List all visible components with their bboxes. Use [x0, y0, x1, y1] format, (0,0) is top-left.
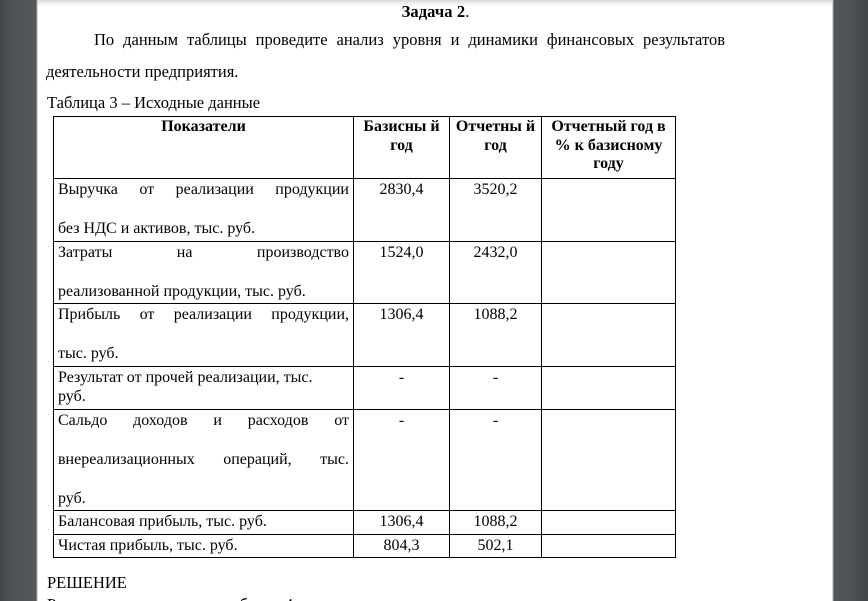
table-3: Показатели Базисны й год Отчетны й год О…: [53, 116, 676, 558]
table3-cell-indicator: Результат от прочей реализации, тыс. руб.: [53, 365, 354, 410]
table3-cell-indicator: Чистая прибыль, тыс. руб.: [53, 533, 354, 558]
page-title: Задача 2.: [46, 3, 825, 21]
row-text-line: Выручка от реализации продукции: [58, 181, 349, 198]
document-viewer: Задача 2. По данным таблицы проведите ан…: [0, 0, 868, 601]
table3-cell-base: 1524,0: [353, 240, 450, 304]
table3-header-row: Показатели Базисны й год Отчетны й год О…: [53, 116, 676, 179]
table3-header-base-year: Базисны й год: [353, 116, 450, 179]
table3-cell-base: 1306,4: [353, 510, 450, 535]
solution-note: Рассчитаем показатели в таблице 4: [46, 594, 825, 601]
table-row: Выручка от реализации продукции без НДС и…: [53, 178, 676, 242]
table3-cell-percent: [541, 365, 676, 410]
table3-cell-indicator: Балансовая прибыль, тыс. руб.: [53, 510, 354, 535]
table3-cell-percent: [541, 303, 676, 367]
table3-cell-report: 502,1: [449, 533, 542, 558]
table3-cell-base: -: [353, 365, 450, 410]
table3-cell-percent: [541, 408, 676, 511]
table3-cell-percent: [541, 510, 676, 535]
page-title-text: Задача 2: [401, 2, 466, 21]
table3-header-indicator: Показатели: [53, 116, 354, 179]
table3-cell-indicator: Сальдо доходов и расходов от внереализаци…: [53, 408, 354, 511]
document-page: Задача 2. По данным таблицы проведите ан…: [38, 0, 832, 601]
table-row: Прибыль от реализации продукции, тыс. руб…: [53, 303, 676, 367]
row-text-line: без НДС и активов, тыс. руб.: [58, 220, 256, 237]
problem-statement: По данным таблицы проведите анализ уровн…: [46, 30, 725, 81]
row-text-line: Сальдо доходов и расходов от: [58, 411, 349, 429]
table3-cell-base: 2830,4: [353, 178, 450, 242]
table-row: Результат от прочей реализации, тыс. руб.…: [53, 365, 676, 410]
row-text-line: Результат от прочей реализации, тыс.: [58, 368, 313, 386]
table3-cell-indicator: Прибыль от реализации продукции, тыс. руб…: [53, 303, 354, 367]
table3-cell-report: 1088,2: [449, 303, 542, 367]
table3-cell-report: -: [449, 408, 542, 511]
table-row: Сальдо доходов и расходов от внереализаци…: [53, 408, 676, 511]
table3-cell-base: -: [353, 408, 450, 511]
table3-cell-base: 804,3: [353, 533, 450, 558]
row-text-line: Прибыль от реализации продукции,: [58, 306, 349, 323]
table3-header-report-year: Отчетны й год: [449, 116, 542, 179]
table3-caption: Таблица 3 – Исходные данные: [47, 93, 261, 112]
table3-cell-indicator: Выручка от реализации продукции без НДС и…: [53, 178, 354, 242]
table-row: Балансовая прибыль, тыс. руб. 1306,4 108…: [53, 510, 676, 535]
page-title-punctuation: .: [465, 2, 470, 21]
table3-cell-base: 1306,4: [353, 303, 450, 367]
document-body: Задача 2. По данным таблицы проведите ан…: [38, 3, 832, 601]
solution-heading: РЕШЕНИЕ: [47, 573, 127, 592]
row-text-line: руб.: [58, 388, 86, 405]
table3-cell-report: 1088,2: [449, 510, 542, 535]
table3-cell-percent: [541, 240, 676, 304]
row-text-line: Затраты на производство: [58, 243, 349, 261]
row-text-line: внереализационных операций, тыс.: [58, 450, 349, 468]
row-text-line: тыс. руб.: [58, 345, 119, 362]
table3-cell-percent: [541, 533, 676, 558]
table3-cell-indicator: Затраты на производство реализованной про…: [53, 240, 354, 304]
table3-cell-report: 2432,0: [449, 240, 542, 304]
table3-cell-report: 3520,2: [449, 178, 542, 242]
table3-cell-report: -: [449, 365, 542, 410]
table-row: Затраты на производство реализованной про…: [53, 240, 676, 304]
table3-header-percent: Отчетный год в % к базисному году: [541, 116, 676, 179]
row-text-line: реализованной продукции, тыс. руб.: [58, 282, 306, 300]
table3-cell-percent: [541, 178, 676, 242]
row-text-line: руб.: [58, 489, 86, 507]
table-row: Чистая прибыль, тыс. руб. 804,3 502,1: [53, 533, 676, 558]
